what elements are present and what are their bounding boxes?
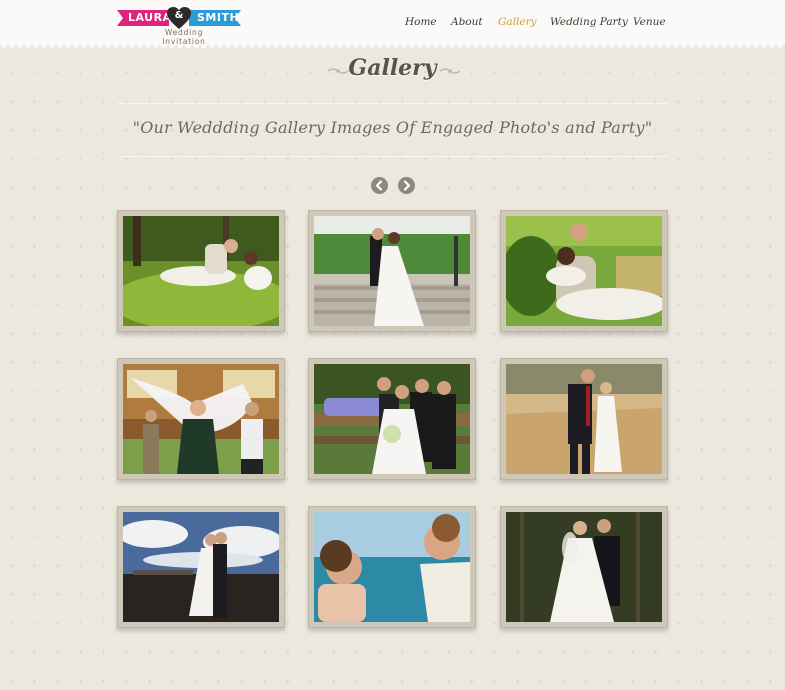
gallery-photo[interactable] — [500, 210, 668, 332]
title-area: Gallery — [0, 55, 785, 89]
nav-item-about[interactable]: About — [451, 16, 483, 28]
nav-item-wedding-party[interactable]: Wedding Party — [550, 16, 628, 28]
divider-top — [117, 103, 668, 104]
carousel-next-button[interactable] — [398, 177, 415, 194]
photo-image — [123, 364, 279, 474]
photo-image — [506, 364, 662, 474]
chevron-left-icon — [375, 180, 383, 191]
photo-image — [506, 216, 662, 326]
carousel-prev-button[interactable] — [371, 177, 388, 194]
divider-bottom — [117, 156, 668, 157]
page-subtitle: "Our Weddding Gallery Images Of Engaged … — [132, 118, 653, 137]
nav-item-venue[interactable]: Venue — [633, 16, 666, 28]
gallery-photo[interactable] — [117, 358, 285, 480]
flourish-right-icon — [439, 68, 461, 74]
nav-item-home[interactable]: Home — [405, 16, 437, 28]
main-nav: Home About Gallery Wedding Party Venue — [0, 16, 785, 32]
photo-image — [314, 512, 470, 622]
gallery-photo[interactable] — [308, 210, 476, 332]
gallery-photo[interactable] — [500, 358, 668, 480]
photo-image — [123, 512, 279, 622]
photo-image — [314, 364, 470, 474]
gallery-photo[interactable] — [117, 506, 285, 628]
page-title: Gallery — [348, 55, 437, 81]
gallery-photo[interactable] — [117, 210, 285, 332]
photo-image — [506, 512, 662, 622]
site-header: LAURA SMITH & Wedding Invitation Home Ab… — [0, 0, 785, 49]
gallery-photo[interactable] — [500, 506, 668, 628]
photo-image — [123, 216, 279, 326]
photo-image — [314, 216, 470, 326]
gallery-photo[interactable] — [308, 506, 476, 628]
nav-item-gallery[interactable]: Gallery — [498, 16, 537, 28]
chevron-right-icon — [403, 180, 411, 191]
gallery-photo[interactable] — [308, 358, 476, 480]
